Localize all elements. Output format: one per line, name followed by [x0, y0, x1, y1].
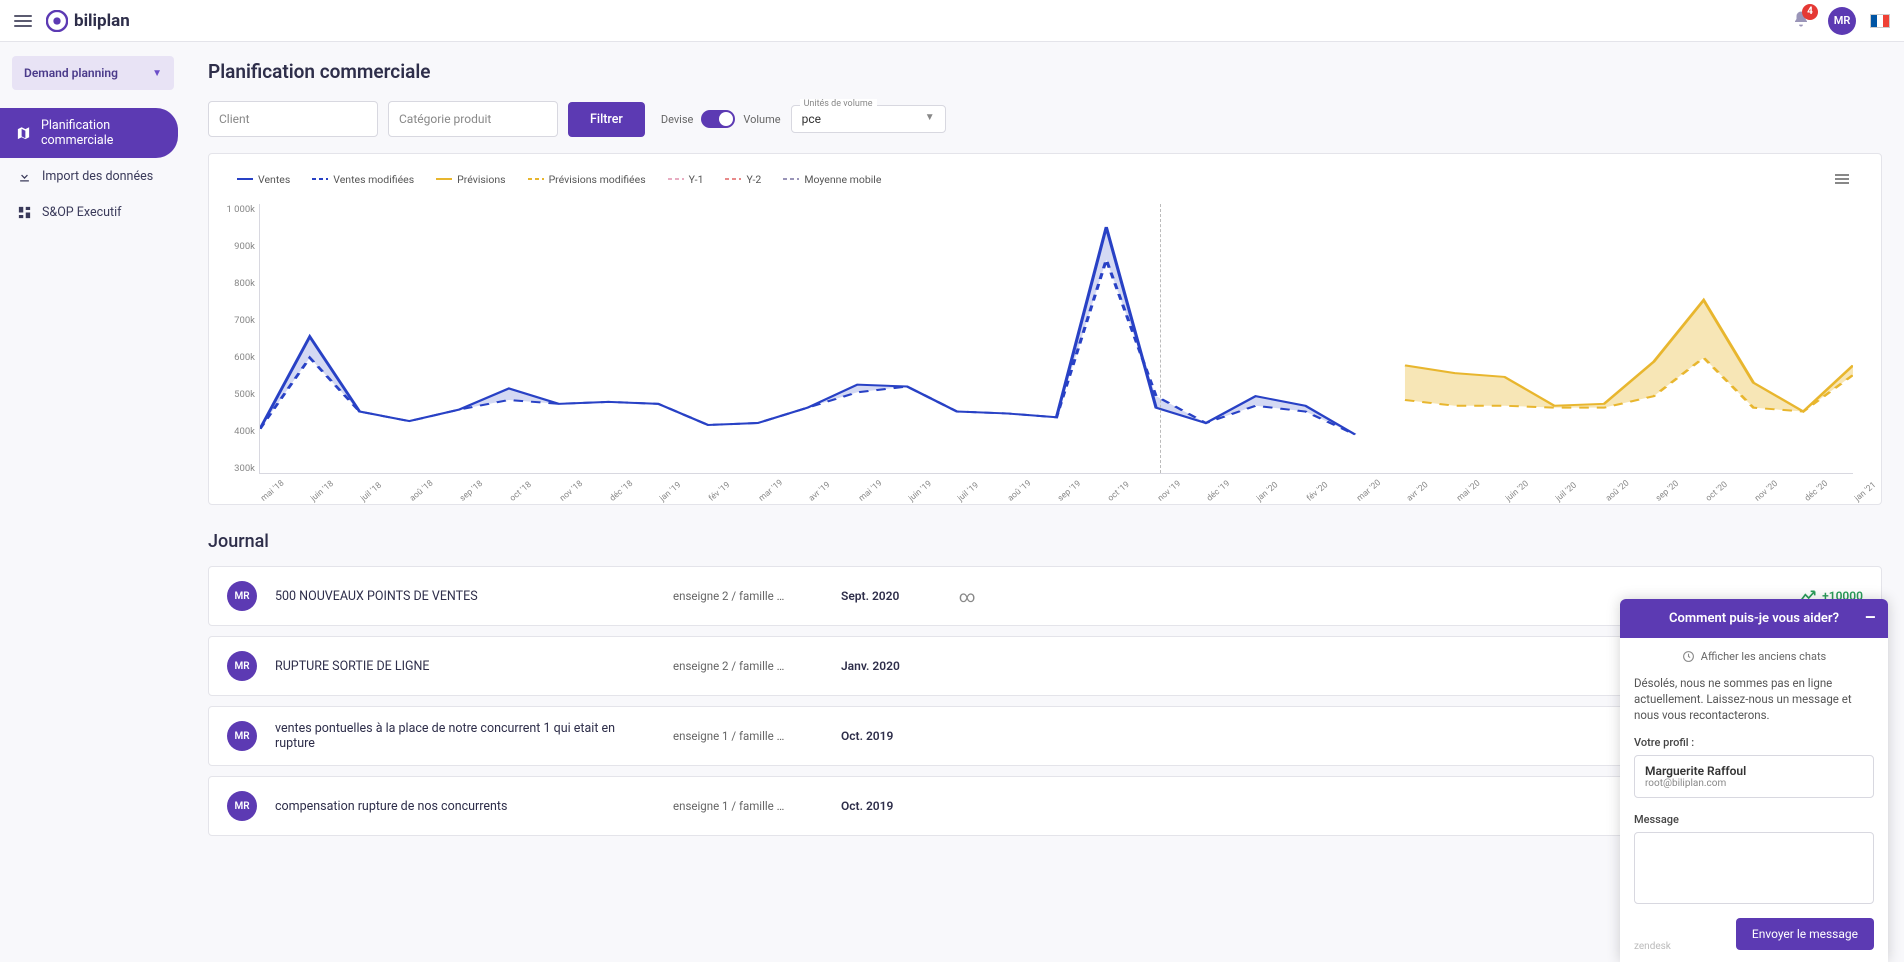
avatar: MR: [227, 651, 257, 681]
map-icon: [16, 125, 31, 141]
units-value: pce: [802, 112, 821, 126]
legend-item[interactable]: Ventes: [237, 173, 290, 186]
message-label: Message: [1634, 813, 1679, 826]
offline-message: Désolés, nous ne sommes pas en ligne act…: [1634, 675, 1874, 723]
today-line: [1160, 204, 1161, 473]
legend-item[interactable]: Y-2: [725, 173, 761, 186]
entry-title: ventes pontuelles à la place de notre co…: [275, 721, 655, 751]
nav-label: Import des données: [42, 169, 153, 184]
units-label: Unités de volume: [800, 99, 877, 109]
legend-item[interactable]: Moyenne mobile: [783, 173, 881, 186]
legend-swatch: [436, 178, 452, 180]
legend-swatch: [237, 178, 253, 180]
dashboard-icon: [16, 204, 32, 220]
legend-item[interactable]: Prévisions modifiées: [528, 173, 646, 186]
chat-header: Comment puis-je vous aider? –: [1620, 599, 1888, 638]
avatar: MR: [227, 791, 257, 821]
locale-flag[interactable]: [1870, 14, 1890, 28]
entry-category: enseigne 2 / famille …: [673, 659, 823, 673]
journal-title: Journal: [208, 531, 1882, 552]
client-input[interactable]: Client: [208, 101, 378, 137]
sidebar: Demand planning ▼ Planification commerci…: [0, 42, 186, 864]
profile-name: Marguerite Raffoul: [1645, 764, 1863, 778]
legend-swatch: [725, 178, 741, 180]
notification-badge: 4: [1802, 4, 1818, 20]
workspace-selector[interactable]: Demand planning ▼: [12, 56, 174, 90]
entry-date: Sept. 2020: [841, 589, 941, 603]
workspace-label: Demand planning: [24, 66, 118, 80]
legend-item[interactable]: Y-1: [668, 173, 704, 186]
entry-title: compensation rupture de nos concurrents: [275, 799, 655, 814]
page-title: Planification commerciale: [208, 60, 1882, 83]
chart-menu-icon[interactable]: [1831, 168, 1853, 190]
entry-category: enseigne 1 / famille …: [673, 799, 823, 813]
legend-item[interactable]: Ventes modifiées: [312, 173, 414, 186]
nav-item-1[interactable]: Import des données: [0, 158, 186, 194]
chat-widget: Comment puis-je vous aider? – Afficher l…: [1620, 599, 1888, 962]
infinity-icon: ∞: [959, 587, 975, 606]
x-axis: mai '18juin '18juil '18aoû '18sep '18oct…: [259, 496, 1853, 505]
entry-category: enseigne 1 / famille …: [673, 729, 823, 743]
clock-icon: [1682, 650, 1695, 663]
profile-email: root@biliplan.com: [1645, 778, 1863, 789]
entry-date: Oct. 2019: [841, 729, 941, 743]
entry-date: Janv. 2020: [841, 659, 941, 673]
app-header: biliplan 4 MR: [0, 0, 1904, 42]
avatar: MR: [227, 581, 257, 611]
currency-volume-toggle[interactable]: [701, 110, 735, 128]
entry-title: RUPTURE SORTIE DE LIGNE: [275, 659, 655, 674]
entry-title: 500 NOUVEAUX POINTS DE VENTES: [275, 589, 655, 604]
notifications-icon[interactable]: 4: [1792, 10, 1810, 32]
profile-card[interactable]: Marguerite Raffoul root@biliplan.com: [1634, 755, 1874, 798]
nav-item-2[interactable]: S&OP Executif: [0, 194, 186, 230]
legend-swatch: [528, 178, 544, 180]
nav-label: Planification commerciale: [41, 118, 162, 148]
devise-label: Devise: [661, 113, 694, 126]
avatar[interactable]: MR: [1828, 7, 1856, 35]
brand-text: biliplan: [74, 11, 130, 31]
volume-label: Volume: [743, 113, 780, 126]
message-input[interactable]: [1634, 832, 1874, 904]
menu-icon[interactable]: [14, 12, 32, 30]
chevron-down-icon: ▼: [925, 112, 935, 123]
entry-category: enseigne 2 / famille …: [673, 589, 823, 603]
legend-swatch: [312, 178, 328, 180]
entry-date: Oct. 2019: [841, 799, 941, 813]
download-icon: [16, 168, 32, 184]
legend-item[interactable]: Prévisions: [436, 173, 505, 186]
logo-icon: [46, 10, 68, 32]
filter-button[interactable]: Filtrer: [568, 102, 645, 137]
plot: [259, 204, 1853, 474]
legend-swatch: [783, 178, 799, 180]
avatar: MR: [227, 721, 257, 751]
filter-bar: Client Catégorie produit Filtrer Devise …: [208, 101, 1882, 137]
show-old-chats[interactable]: Afficher les anciens chats: [1634, 650, 1874, 663]
chart: 1 000k900k800k700k600k500k400k300k mai '…: [237, 204, 1853, 494]
profile-label: Votre profil :: [1634, 736, 1694, 749]
minimize-icon[interactable]: –: [1865, 608, 1876, 629]
volume-units-select[interactable]: Unités de volume pce ▼: [791, 105, 946, 133]
nav-label: S&OP Executif: [42, 205, 122, 220]
chart-card: Ventes Ventes modifiées Prévisions Prévisio…: [208, 153, 1882, 505]
chat-brand: zendesk: [1634, 941, 1671, 952]
send-button[interactable]: Envoyer le message: [1736, 918, 1874, 950]
chevron-down-icon: ▼: [152, 68, 162, 79]
nav-item-0[interactable]: Planification commerciale: [0, 108, 178, 158]
legend: Ventes Ventes modifiées Prévisions Prévisio…: [237, 168, 1853, 190]
y-axis: 1 000k900k800k700k600k500k400k300k: [215, 204, 255, 474]
legend-swatch: [668, 178, 684, 180]
logo[interactable]: biliplan: [46, 10, 130, 32]
category-input[interactable]: Catégorie produit: [388, 101, 558, 137]
